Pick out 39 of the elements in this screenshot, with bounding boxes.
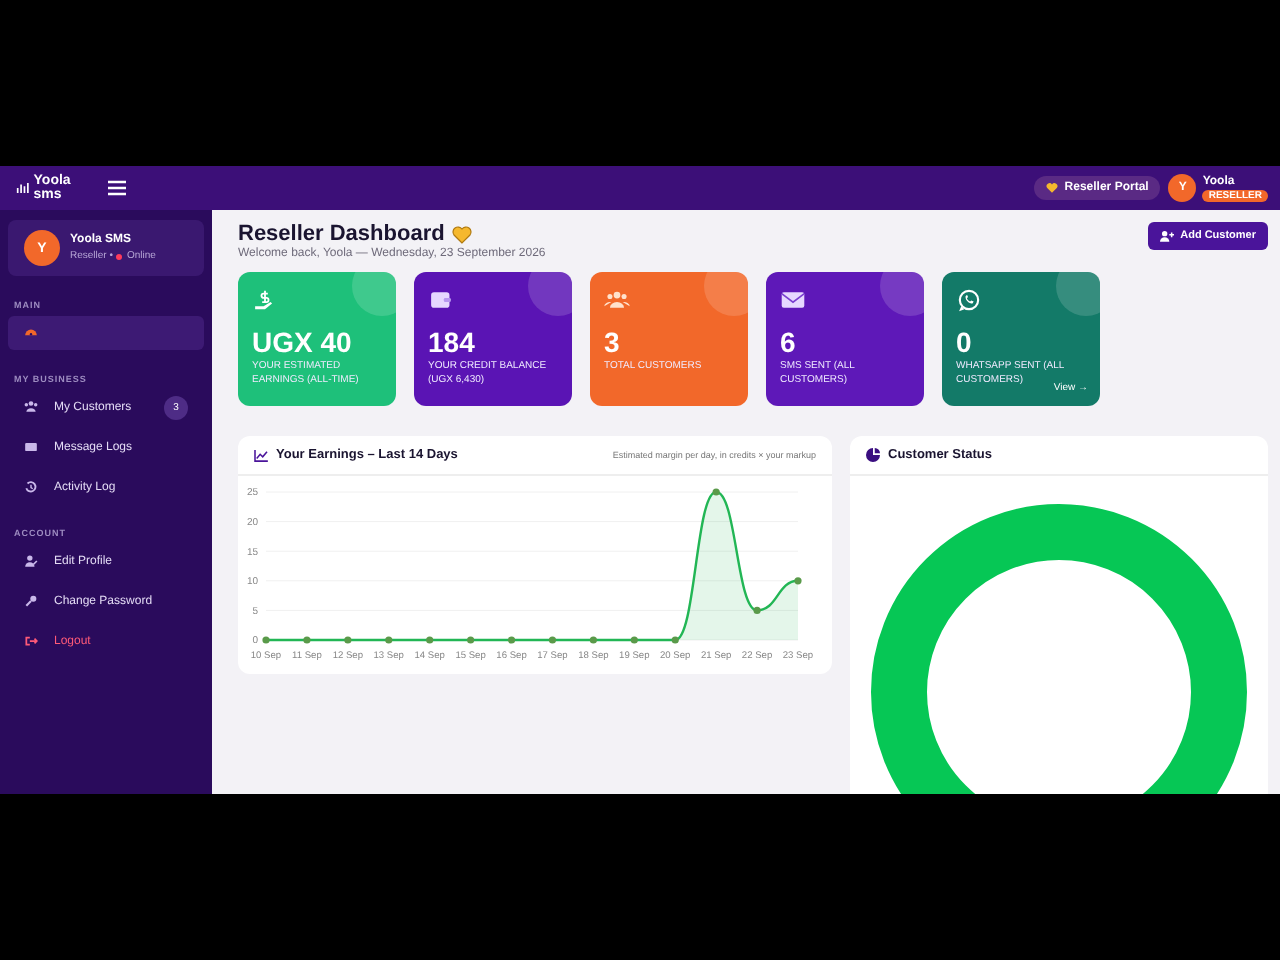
stat-icon xyxy=(252,288,278,312)
stat-value: UGX 40 xyxy=(252,326,354,358)
stat-value: 3 xyxy=(604,326,622,358)
data-point xyxy=(507,636,516,644)
page-title: Reseller Dashboard xyxy=(238,222,445,246)
sidebar-icon xyxy=(24,326,38,340)
data-point xyxy=(262,636,270,644)
stat-value: 0 xyxy=(956,326,974,358)
chart-icon xyxy=(254,449,268,461)
data-point xyxy=(589,636,597,644)
sidebar-icon xyxy=(24,594,38,608)
stat-icon xyxy=(956,288,982,312)
menu-icon[interactable] xyxy=(108,180,126,196)
data-point xyxy=(303,636,311,644)
heart-icon xyxy=(452,225,473,243)
data-point xyxy=(548,636,557,644)
add-user-icon xyxy=(1160,230,1175,242)
sidebar-icon xyxy=(24,634,38,648)
data-point xyxy=(794,577,802,585)
stat-icon xyxy=(780,288,806,312)
data-point xyxy=(467,636,475,644)
data-point xyxy=(671,636,679,644)
sidebar-icon xyxy=(24,480,38,494)
heart-icon xyxy=(1046,182,1059,194)
data-point xyxy=(630,636,638,644)
sidebar-icon xyxy=(24,440,38,454)
sidebar-icon xyxy=(24,400,38,414)
data-point xyxy=(344,636,352,644)
data-point xyxy=(385,636,393,644)
stat-value: 184 xyxy=(428,326,477,358)
sidebar-icon xyxy=(24,554,38,568)
data-point xyxy=(712,488,720,496)
pie-chart-icon xyxy=(866,448,880,462)
data-point xyxy=(426,636,434,644)
stat-icon xyxy=(428,288,454,312)
stat-icon xyxy=(604,288,630,312)
status-dot-icon xyxy=(116,253,123,259)
data-point xyxy=(753,606,761,614)
stat-value: 6 xyxy=(780,326,798,358)
